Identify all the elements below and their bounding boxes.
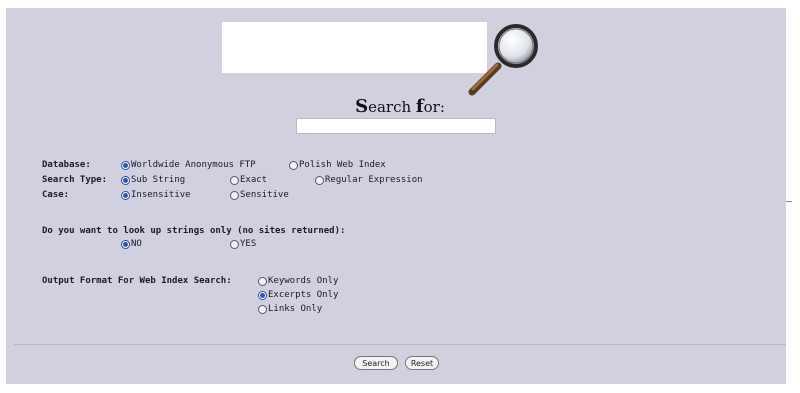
- radio-label: Regular Expression: [325, 175, 423, 185]
- strings-only-question: Do you want to look up strings only (no …: [42, 226, 346, 236]
- radio-label: Exact: [240, 175, 268, 185]
- radio-label: YES: [240, 239, 257, 249]
- strings-option-no[interactable]: NO: [121, 239, 142, 249]
- strings-option-yes[interactable]: YES: [230, 239, 256, 249]
- radio-label: Sensitive: [240, 190, 289, 200]
- search-heading-text: earch: [368, 98, 416, 116]
- search-heading: Search for:: [0, 96, 800, 117]
- radio-label: Keywords Only: [268, 276, 339, 286]
- logo-banner: [222, 22, 487, 73]
- edge-marker: [786, 201, 792, 202]
- output-option-excerpts[interactable]: Excerpts Only: [258, 290, 338, 300]
- radio-selected[interactable]: [258, 290, 267, 300]
- case-option-sensitive[interactable]: Sensitive: [230, 190, 289, 200]
- search-type-option-exact[interactable]: Exact: [230, 175, 267, 185]
- radio-unselected[interactable]: [258, 304, 267, 314]
- output-option-keywords[interactable]: Keywords Only: [258, 276, 338, 286]
- radio-selected[interactable]: [121, 160, 130, 170]
- case-label: Case:: [42, 190, 70, 200]
- radio-unselected[interactable]: [258, 276, 267, 286]
- search-button[interactable]: Search: [354, 356, 398, 370]
- case-option-insensitive[interactable]: Insensitive: [121, 190, 191, 200]
- radio-label: NO: [131, 239, 142, 249]
- radio-unselected[interactable]: [230, 239, 239, 249]
- radio-label: Polish Web Index: [299, 160, 386, 170]
- output-format-label: Output Format For Web Index Search:: [42, 276, 232, 286]
- search-input[interactable]: [296, 118, 496, 134]
- output-option-links[interactable]: Links Only: [258, 304, 322, 314]
- database-option-polish[interactable]: Polish Web Index: [289, 160, 386, 170]
- radio-selected[interactable]: [121, 190, 130, 200]
- search-type-option-substring[interactable]: Sub String: [121, 175, 185, 185]
- radio-label: Sub String: [131, 175, 186, 185]
- divider: [14, 344, 786, 345]
- search-heading-initial: S: [355, 96, 369, 117]
- radio-unselected[interactable]: [315, 175, 324, 185]
- radio-label: Excerpts Only: [268, 290, 339, 300]
- radio-unselected[interactable]: [230, 190, 239, 200]
- search-type-label: Search Type:: [42, 175, 108, 185]
- database-option-ftp[interactable]: Worldwide Anonymous FTP: [121, 160, 256, 170]
- reset-button[interactable]: Reset: [405, 356, 439, 370]
- radio-selected[interactable]: [121, 175, 130, 185]
- radio-label: Links Only: [268, 304, 323, 314]
- radio-unselected[interactable]: [289, 160, 298, 170]
- radio-unselected[interactable]: [230, 175, 239, 185]
- radio-label: Worldwide Anonymous FTP: [131, 160, 256, 170]
- for-heading-initial: f: [415, 96, 424, 117]
- radio-label: Insensitive: [131, 190, 191, 200]
- database-label: Database:: [42, 160, 91, 170]
- for-heading-text: or:: [423, 98, 445, 116]
- radio-selected[interactable]: [121, 239, 130, 249]
- magnifying-glass-icon: [468, 24, 538, 96]
- search-type-option-regex[interactable]: Regular Expression: [315, 175, 423, 185]
